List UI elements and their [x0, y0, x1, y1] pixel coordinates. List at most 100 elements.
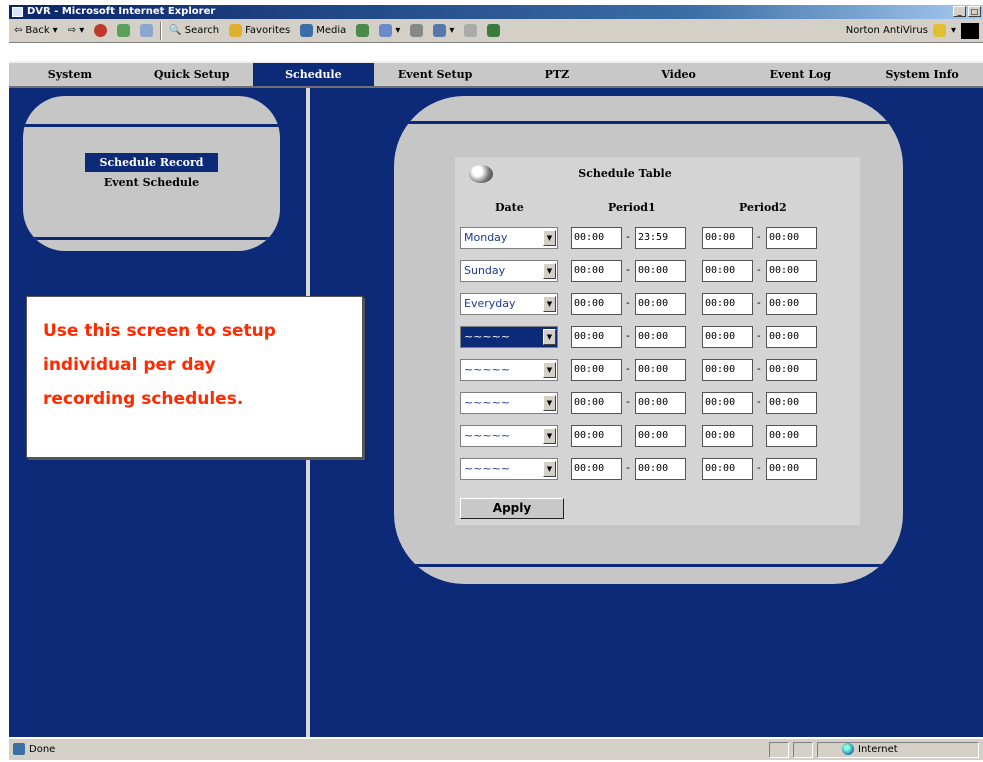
- period2-start-input[interactable]: 00:00: [702, 458, 753, 480]
- dropdown-arrow-icon[interactable]: ▼: [543, 395, 556, 411]
- dropdown-arrow-icon[interactable]: ▼: [543, 263, 556, 279]
- refresh-button[interactable]: [112, 21, 135, 41]
- page-icon: [13, 743, 25, 755]
- period1-end-input[interactable]: 00:00: [635, 293, 686, 315]
- day-select[interactable]: Sunday ▼: [460, 260, 558, 282]
- stop-button[interactable]: [89, 21, 112, 41]
- toolbar-separator: [160, 21, 163, 40]
- norton-dropdown-icon[interactable]: ▾: [951, 25, 956, 36]
- range-dash: -: [626, 395, 630, 408]
- security-zone: Internet: [842, 743, 898, 755]
- dropdown-arrow-icon[interactable]: ▼: [543, 296, 556, 312]
- messenger-button[interactable]: [482, 21, 505, 41]
- maximize-button[interactable]: □: [968, 6, 981, 17]
- period2-end-input[interactable]: 00:00: [766, 326, 817, 348]
- period1-start-input[interactable]: 00:00: [571, 359, 622, 381]
- nav-video[interactable]: Video: [618, 63, 740, 86]
- period2-start-input[interactable]: 00:00: [702, 260, 753, 282]
- day-select[interactable]: ~~~~~ ▼: [460, 425, 558, 447]
- period2-start-input[interactable]: 00:00: [702, 425, 753, 447]
- search-icon: 🔍: [169, 25, 182, 36]
- period1-end-input[interactable]: 23:59: [635, 227, 686, 249]
- main-content: Schedule Record Event Schedule Use this …: [9, 88, 983, 737]
- period1-start-input[interactable]: 00:00: [571, 260, 622, 282]
- nav-system-info[interactable]: System Info: [861, 63, 983, 86]
- print-icon: [410, 24, 424, 37]
- browser-toolbar: ⇦ Back ▾ ⇨ ▾ 🔍 Search Favorites Media ▾ …: [9, 19, 983, 43]
- period2-start-input[interactable]: 00:00: [702, 326, 753, 348]
- period1-end-input[interactable]: 00:00: [635, 326, 686, 348]
- period2-start-input[interactable]: 00:00: [702, 359, 753, 381]
- day-select[interactable]: ~~~~~ ▼: [460, 392, 558, 414]
- print-button[interactable]: [405, 21, 428, 41]
- range-dash: -: [757, 263, 761, 276]
- day-select[interactable]: ~~~~~ ▼: [460, 458, 558, 480]
- note-line-1: Use this screen to setup: [43, 321, 276, 341]
- norton-label[interactable]: Norton AntiVirus: [846, 25, 928, 36]
- submenu-event-schedule[interactable]: Event Schedule: [85, 173, 218, 192]
- period2-end-input[interactable]: 00:00: [766, 227, 817, 249]
- dropdown-arrow-icon[interactable]: ▼: [543, 230, 556, 246]
- period2-start-input[interactable]: 00:00: [702, 227, 753, 249]
- range-dash: -: [757, 461, 761, 474]
- period1-start-input[interactable]: 00:00: [571, 458, 622, 480]
- range-dash: -: [626, 362, 630, 375]
- day-select[interactable]: ~~~~~ ▼: [460, 359, 558, 381]
- mail-button[interactable]: ▾: [374, 21, 405, 41]
- dropdown-arrow-icon[interactable]: ▼: [543, 428, 556, 444]
- range-dash: -: [626, 230, 630, 243]
- period1-end-input[interactable]: 00:00: [635, 392, 686, 414]
- schedule-submenu: Schedule Record Event Schedule: [85, 153, 218, 193]
- period2-end-input[interactable]: 00:00: [766, 392, 817, 414]
- period2-start-input[interactable]: 00:00: [702, 392, 753, 414]
- favorites-button[interactable]: Favorites: [224, 21, 295, 41]
- period1-start-input[interactable]: 00:00: [571, 392, 622, 414]
- ie-icon: [12, 7, 23, 17]
- nav-ptz[interactable]: PTZ: [496, 63, 618, 86]
- apply-button[interactable]: Apply: [460, 498, 564, 519]
- period1-end-input[interactable]: 00:00: [635, 359, 686, 381]
- period1-start-input[interactable]: 00:00: [571, 227, 622, 249]
- day-select[interactable]: Everyday ▼: [460, 293, 558, 315]
- discuss-button[interactable]: [459, 21, 482, 41]
- period1-start-input[interactable]: 00:00: [571, 326, 622, 348]
- range-dash: -: [757, 230, 761, 243]
- nav-system[interactable]: System: [9, 63, 131, 86]
- nav-quick-setup[interactable]: Quick Setup: [131, 63, 253, 86]
- history-button[interactable]: [351, 21, 374, 41]
- panel-rule-top: [23, 124, 280, 127]
- period1-start-input[interactable]: 00:00: [571, 425, 622, 447]
- period2-end-input[interactable]: 00:00: [766, 458, 817, 480]
- status-pane: [793, 742, 813, 758]
- nav-event-setup[interactable]: Event Setup: [374, 63, 496, 86]
- home-button[interactable]: [135, 21, 158, 41]
- dropdown-arrow-icon[interactable]: ▼: [543, 362, 556, 378]
- nav-schedule[interactable]: Schedule: [252, 63, 375, 86]
- day-select[interactable]: ~~~~~ ▼: [460, 326, 558, 348]
- period2-start-input[interactable]: 00:00: [702, 293, 753, 315]
- period1-start-input[interactable]: 00:00: [571, 293, 622, 315]
- forward-button[interactable]: ⇨ ▾: [63, 21, 90, 41]
- period1-end-input[interactable]: 00:00: [635, 458, 686, 480]
- window-titlebar: DVR - Microsoft Internet Explorer _ □: [9, 5, 983, 19]
- discuss-icon: [464, 24, 478, 37]
- period1-end-input[interactable]: 00:00: [635, 260, 686, 282]
- search-label: Search: [184, 25, 220, 36]
- submenu-schedule-record[interactable]: Schedule Record: [85, 153, 218, 172]
- period2-end-input[interactable]: 00:00: [766, 293, 817, 315]
- search-button[interactable]: 🔍 Search: [164, 21, 224, 41]
- nav-event-log[interactable]: Event Log: [740, 63, 862, 86]
- norton-icon[interactable]: [932, 24, 946, 37]
- period2-end-input[interactable]: 00:00: [766, 425, 817, 447]
- edit-button[interactable]: ▾: [428, 21, 459, 41]
- dropdown-arrow-icon[interactable]: ▼: [543, 461, 556, 477]
- minimize-button[interactable]: _: [953, 6, 966, 17]
- period1-end-input[interactable]: 00:00: [635, 425, 686, 447]
- back-button[interactable]: ⇦ Back ▾: [9, 21, 63, 41]
- media-icon: [300, 24, 314, 37]
- period2-end-input[interactable]: 00:00: [766, 359, 817, 381]
- media-button[interactable]: Media: [295, 21, 351, 41]
- period2-end-input[interactable]: 00:00: [766, 260, 817, 282]
- day-select[interactable]: Monday ▼: [460, 227, 558, 249]
- dropdown-arrow-icon[interactable]: ▼: [543, 329, 556, 345]
